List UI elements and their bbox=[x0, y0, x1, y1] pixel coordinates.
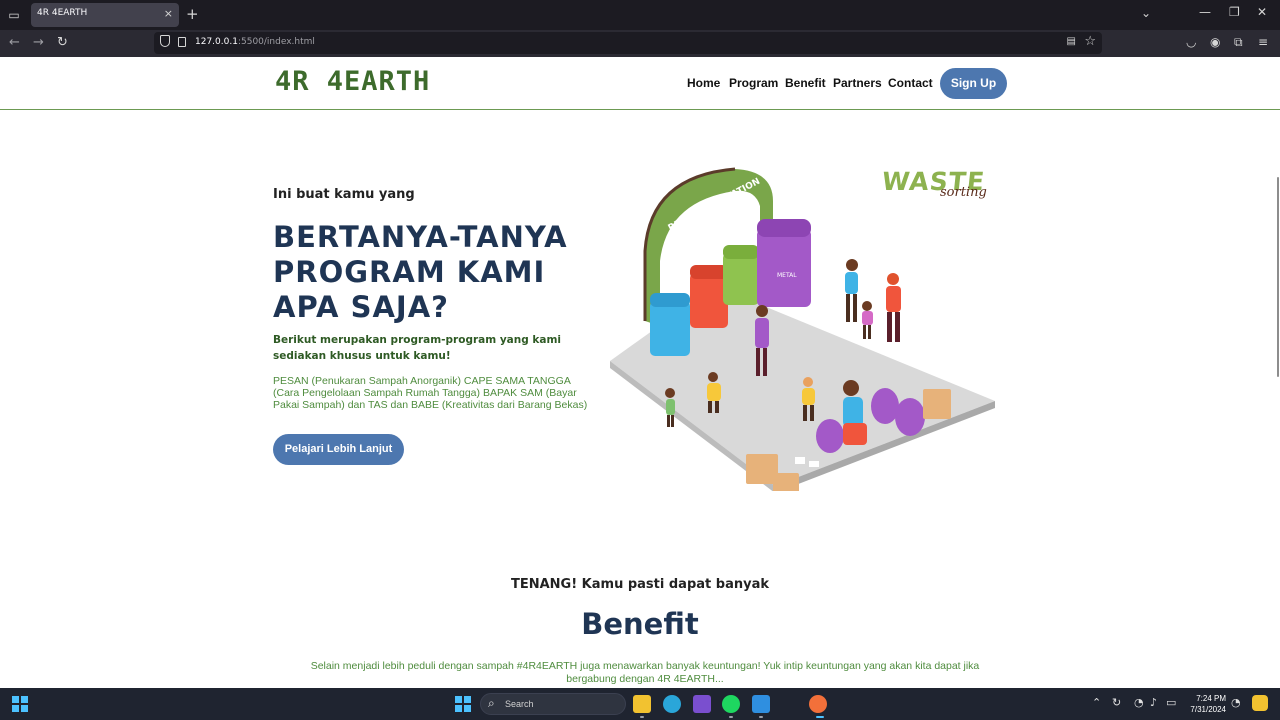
nav-program[interactable]: Program bbox=[729, 76, 778, 90]
sorting-subtitle: sorting bbox=[940, 185, 987, 200]
nav-partners[interactable]: Partners bbox=[833, 76, 882, 90]
browser-tab-strip: ▭ 4R 4EARTH × + ⌄ — ❐ ✕ bbox=[0, 0, 1280, 30]
windows-taskbar: ⌕ Search ⌃ ↻ ◔ ♪ ▭ 7:24 PM 7/31/2024 ◔ bbox=[0, 688, 1280, 720]
start-icon[interactable] bbox=[455, 696, 471, 712]
nav-benefit[interactable]: Benefit bbox=[785, 76, 826, 90]
site-header: 4R 4EARTH Home Program Benefit Partners … bbox=[0, 57, 1280, 110]
green-bin bbox=[723, 253, 759, 305]
hero-title-line-3: APA SAJA? bbox=[273, 290, 449, 324]
browser-nav-bar: ← → ↻ 127.0.0.1:5500/index.html ▤ ☆ ◡ ◉ … bbox=[0, 30, 1280, 57]
battery-icon[interactable]: ▭ bbox=[1166, 696, 1176, 709]
tracking-shield-icon[interactable] bbox=[160, 35, 170, 47]
search-label: Search bbox=[505, 699, 534, 709]
benefit-title: Benefit bbox=[581, 607, 699, 641]
spotify-icon[interactable] bbox=[722, 695, 740, 713]
app-running-indicator bbox=[759, 716, 763, 718]
clock-date: 7/31/2024 bbox=[1190, 705, 1226, 714]
hamburger-menu-icon[interactable]: ≡ bbox=[1258, 35, 1268, 49]
sync-icon[interactable]: ↻ bbox=[1112, 696, 1121, 709]
purple-bin-lid bbox=[757, 219, 811, 237]
pocket-icon[interactable]: ◡ bbox=[1186, 35, 1196, 49]
minimize-icon[interactable]: — bbox=[1199, 5, 1211, 19]
hero-title: BERTANYA-TANYA PROGRAM KAMI APA SAJA? bbox=[273, 220, 568, 325]
restore-icon[interactable]: ❐ bbox=[1229, 5, 1240, 19]
widgets-icon[interactable] bbox=[12, 696, 28, 712]
clock-time: 7:24 PM bbox=[1196, 694, 1226, 703]
firefox-icon[interactable] bbox=[809, 695, 827, 713]
app-running-indicator bbox=[640, 716, 644, 718]
site-logo[interactable]: 4R 4EARTH bbox=[275, 66, 430, 97]
url-bar[interactable]: 127.0.0.1:5500/index.html ▤ ☆ bbox=[154, 32, 1102, 54]
hero-intro: Ini buat kamu yang bbox=[273, 187, 415, 202]
wifi-icon[interactable]: ◔ bbox=[1134, 696, 1144, 709]
extensions-icon[interactable]: ⧉ bbox=[1234, 35, 1243, 50]
search-icon: ⌕ bbox=[488, 696, 495, 710]
url-host: 127.0.0.1 bbox=[195, 37, 238, 47]
app-active-indicator bbox=[816, 716, 824, 718]
sign-up-button[interactable]: Sign Up bbox=[940, 68, 1007, 99]
vscode-icon[interactable] bbox=[752, 695, 770, 713]
tab-close-icon[interactable]: × bbox=[164, 7, 173, 20]
account-icon[interactable]: ◉ bbox=[1210, 35, 1220, 49]
red-bin-lid bbox=[690, 265, 728, 279]
taskbar-search[interactable]: ⌕ Search bbox=[480, 693, 626, 715]
family-group bbox=[845, 259, 901, 342]
tabs-icon[interactable]: ▭ bbox=[6, 7, 22, 23]
app-running-indicator bbox=[729, 716, 733, 718]
blue-bin bbox=[650, 301, 690, 356]
edge-icon[interactable] bbox=[663, 695, 681, 713]
green-bin-lid bbox=[723, 245, 759, 259]
file-explorer-icon[interactable] bbox=[633, 695, 651, 713]
hero-title-line-1: BERTANYA-TANYA bbox=[273, 220, 568, 254]
reload-icon[interactable]: ↻ bbox=[57, 35, 68, 50]
close-window-icon[interactable]: ✕ bbox=[1257, 5, 1267, 19]
tab-title: 4R 4EARTH bbox=[37, 8, 88, 18]
reader-view-icon[interactable]: ▤ bbox=[1067, 36, 1076, 47]
hero-title-line-2: PROGRAM KAMI bbox=[273, 255, 546, 289]
visual-studio-icon[interactable] bbox=[693, 695, 711, 713]
metal-label: METAL bbox=[777, 272, 797, 279]
volume-icon[interactable]: ♪ bbox=[1150, 696, 1157, 709]
browser-tab[interactable]: 4R 4EARTH × bbox=[31, 3, 179, 27]
benefit-kicker: TENANG! Kamu pasti dapat banyak bbox=[510, 577, 769, 592]
notification-bell-icon[interactable]: ◔ bbox=[1231, 696, 1241, 709]
url-text[interactable]: 127.0.0.1:5500/index.html bbox=[195, 37, 315, 47]
page-scrollbar[interactable] bbox=[1277, 177, 1279, 377]
new-tab-button[interactable]: + bbox=[186, 5, 199, 23]
learn-more-button[interactable]: Pelajari Lebih Lanjut bbox=[273, 434, 404, 465]
list-all-tabs-chevron-icon[interactable]: ⌄ bbox=[1141, 6, 1151, 20]
bookmark-star-icon[interactable]: ☆ bbox=[1084, 34, 1096, 49]
nav-contact[interactable]: Contact bbox=[888, 76, 933, 90]
blue-bin-lid bbox=[650, 293, 690, 307]
taskbar-clock[interactable]: 7:24 PM 7/31/2024 bbox=[1186, 693, 1226, 715]
hero-lead: Berikut merupakan program-program yang k… bbox=[273, 334, 562, 362]
weather-widget-icon[interactable] bbox=[1252, 695, 1268, 711]
red-bin bbox=[690, 273, 728, 328]
page-info-icon[interactable] bbox=[178, 37, 186, 47]
benefit-text: Selain menjadi lebih peduli dengan sampa… bbox=[310, 660, 980, 685]
web-page: 4R 4EARTH Home Program Benefit Partners … bbox=[0, 57, 1280, 688]
tray-overflow-chevron-icon[interactable]: ⌃ bbox=[1092, 696, 1101, 709]
recycling-station-illustration: RECYCLING STATION METAL bbox=[610, 167, 995, 491]
forward-arrow-icon[interactable]: → bbox=[33, 35, 44, 50]
programs-description: PESAN (Penukaran Sampah Anorganik) CAPE … bbox=[273, 375, 588, 411]
url-path: :5500/index.html bbox=[237, 37, 315, 47]
purple-bin bbox=[757, 229, 811, 307]
nav-home[interactable]: Home bbox=[687, 76, 720, 90]
back-arrow-icon[interactable]: ← bbox=[9, 35, 20, 50]
